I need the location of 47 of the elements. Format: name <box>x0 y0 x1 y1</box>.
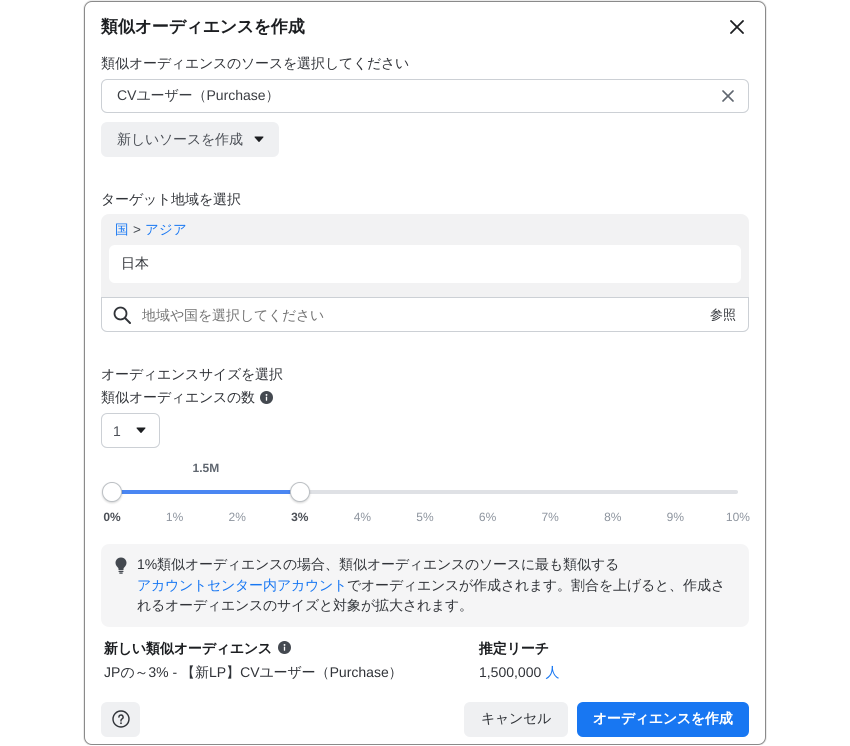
lightbulb-icon <box>115 557 127 574</box>
tick-label: 3% <box>291 510 308 524</box>
tick-label: 5% <box>416 510 434 524</box>
count-dropdown[interactable]: 1 <box>101 413 160 448</box>
field-label: 類似オーディエンスのソースを選択してください <box>101 54 410 72</box>
audience-name-label: 新しい類似オーディエンス <box>104 638 272 656</box>
tick-label: 4% <box>354 510 372 524</box>
slider-thumb[interactable] <box>102 482 122 502</box>
tick-label: 9% <box>666 510 684 524</box>
tick-label: 10% <box>726 510 750 524</box>
section-label: オーディエンスサイズを選択 <box>101 365 284 383</box>
tick-label: 6% <box>478 510 496 524</box>
browse-link[interactable]: 参照 <box>710 306 736 324</box>
cancel-button[interactable]: キャンセル <box>464 702 568 736</box>
help-button[interactable] <box>101 702 140 736</box>
caret-icon <box>136 427 146 434</box>
info-icon[interactable] <box>260 390 273 404</box>
search-icon <box>113 306 131 324</box>
audience-name: JPの～3% - 【新LP】CVユーザー（Purchase） <box>104 664 403 680</box>
inline-link[interactable]: アカウントセンター内アカウント <box>137 576 347 592</box>
section-label: ターゲット地域を選択 <box>101 190 242 208</box>
create-source-button[interactable]: 新しいソースを作成 <box>101 122 279 157</box>
breadcrumb-link[interactable]: アジア <box>144 222 187 237</box>
info-icon[interactable] <box>278 641 291 654</box>
caret-icon <box>254 136 264 143</box>
help-icon <box>112 710 130 728</box>
tip-text: 1%類似オーディエンスの場合、類似オーディエンスのソースに最も類似する アカウントセンター内アカウント でオーディエンスが作成されます。割合を上げると、作成されるオーディエンスのサイズと対象が拡大されます。 <box>137 555 726 615</box>
create-audience-button[interactable]: オーディエンスを作成 <box>577 702 749 736</box>
location-search-field[interactable]: 地域や国を選択してください 参照 <box>101 297 749 332</box>
field-label: 類似オーディエンスの数 <box>101 388 255 406</box>
tick-label: 1% <box>166 510 184 524</box>
reach-value: 1,500,000 <box>479 664 542 680</box>
reach-unit-link[interactable]: 人 <box>545 664 560 680</box>
tick-label: 2% <box>228 510 246 524</box>
slider-reading: 1.5M <box>192 461 220 475</box>
tick-label: 0% <box>103 510 121 524</box>
tick-label: 7% <box>541 510 559 524</box>
reach-label: 推定リーチ <box>479 640 549 656</box>
source-field[interactable]: CVユーザー（Purchase） <box>101 79 749 113</box>
breadcrumb-link[interactable]: 国 <box>115 222 129 237</box>
selected-location: 日本 <box>109 245 741 283</box>
dialog-title: 類似オーディエンスを作成 <box>101 17 305 37</box>
clear-icon[interactable] <box>722 90 734 102</box>
breadcrumb-separator: > <box>133 222 141 237</box>
tick-label: 8% <box>604 510 622 524</box>
slider-thumb[interactable] <box>290 482 310 502</box>
close-icon[interactable] <box>730 20 744 34</box>
